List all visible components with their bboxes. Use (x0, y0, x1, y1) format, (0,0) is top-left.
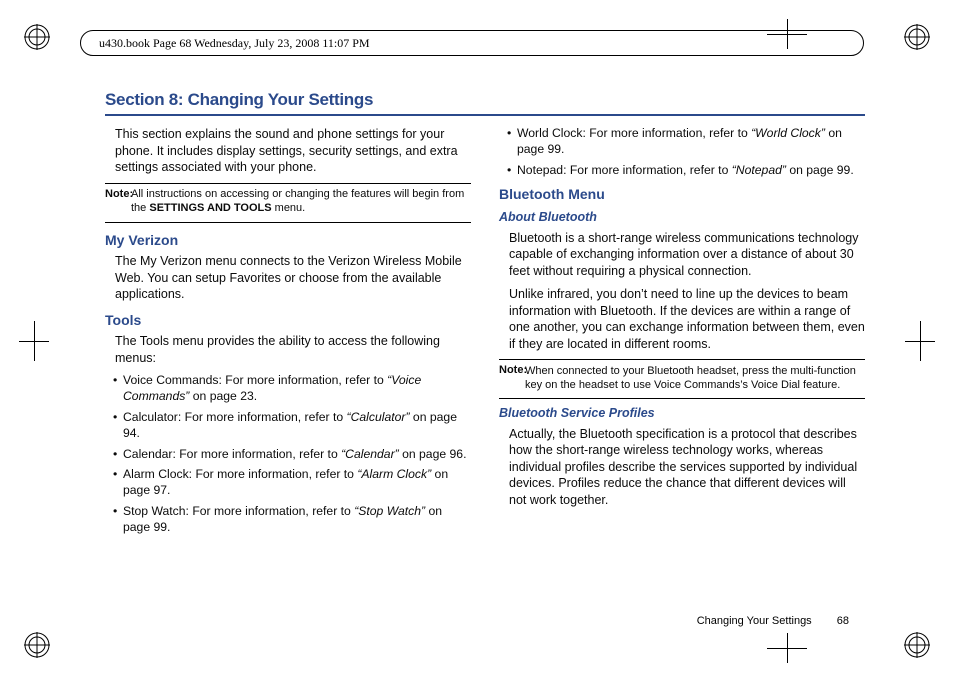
heading-bluetooth-menu: Bluetooth Menu (499, 185, 865, 203)
list-item: Stop Watch: For more information, refer … (113, 504, 471, 536)
footer-label: Changing Your Settings (697, 615, 812, 627)
section-rule (105, 114, 865, 116)
registration-mark-icon (24, 24, 50, 50)
list-item: World Clock: For more information, refer… (507, 126, 865, 158)
list-item: Voice Commands: For more information, re… (113, 373, 471, 405)
note-label: Note: (499, 364, 527, 376)
crop-mark-icon (767, 628, 807, 668)
section-title: Section 8: Changing Your Settings (105, 90, 865, 110)
note-strong: SETTINGS AND TOOLS (149, 202, 271, 214)
page-content: Section 8: Changing Your Settings This s… (105, 90, 865, 541)
list-item: Calculator: For more information, refer … (113, 410, 471, 442)
about-bluetooth-p2: Unlike infrared, you don’t need to line … (499, 286, 865, 352)
note-settings-menu: Note: All instructions on accessing or c… (105, 188, 471, 216)
list-item: Alarm Clock: For more information, refer… (113, 467, 471, 499)
heading-tools: Tools (105, 311, 471, 329)
note-text: When connected to your Bluetooth headset… (499, 365, 865, 393)
tools-intro: The Tools menu provides the ability to a… (105, 333, 471, 366)
registration-mark-icon (904, 632, 930, 658)
note-rule (105, 183, 471, 184)
heading-bt-service-profiles: Bluetooth Service Profiles (499, 405, 865, 422)
about-bluetooth-p1: Bluetooth is a short-range wireless comm… (499, 230, 865, 280)
note-rule (105, 222, 471, 223)
crop-mark-icon (900, 321, 940, 361)
note-text: menu. (272, 202, 306, 214)
list-item: Notepad: For more information, refer to … (507, 163, 865, 179)
my-verizon-body: The My Verizon menu connects to the Veri… (105, 253, 471, 303)
heading-my-verizon: My Verizon (105, 231, 471, 249)
registration-mark-icon (24, 632, 50, 658)
page-number: 68 (837, 615, 849, 627)
note-label: Note: (105, 188, 133, 200)
print-header-stamp: u430.book Page 68 Wednesday, July 23, 20… (80, 30, 864, 56)
heading-about-bluetooth: About Bluetooth (499, 209, 865, 226)
registration-mark-icon (904, 24, 930, 50)
list-item: Calendar: For more information, refer to… (113, 447, 471, 463)
note-rule (499, 359, 865, 360)
bt-profiles-body: Actually, the Bluetooth specification is… (499, 426, 865, 509)
tools-list-cont: World Clock: For more information, refer… (499, 126, 865, 179)
document-page: u430.book Page 68 Wednesday, July 23, 20… (0, 0, 954, 682)
intro-paragraph: This section explains the sound and phon… (105, 126, 471, 176)
note-bluetooth-headset: Note: When connected to your Bluetooth h… (499, 364, 865, 392)
note-rule (499, 398, 865, 399)
page-footer: Changing Your Settings 68 (697, 615, 849, 627)
column-left: This section explains the sound and phon… (105, 126, 471, 541)
crop-mark-icon (14, 321, 54, 361)
tools-list: Voice Commands: For more information, re… (105, 373, 471, 536)
column-right: World Clock: For more information, refer… (499, 126, 865, 541)
